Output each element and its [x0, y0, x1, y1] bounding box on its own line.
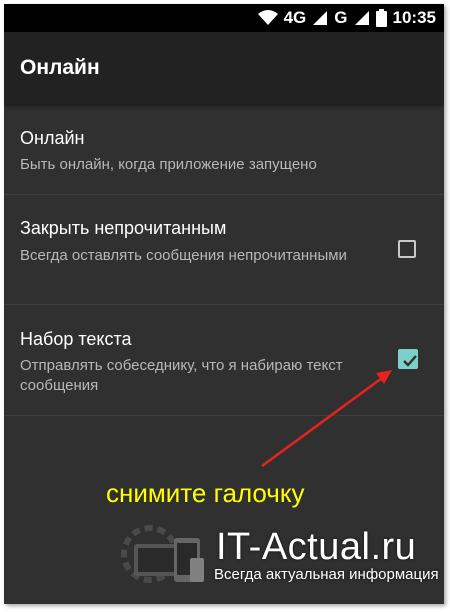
annotation-arrow [261, 370, 392, 468]
watermark-site-name: IT-Actual.ru [216, 526, 417, 568]
devices-logo-icon [121, 525, 204, 583]
watermark: IT-Actual.ru Всегда актуальная информаци… [116, 522, 444, 600]
screenshot-frame: 4G G 10:35 Онлайн Онлайн Быть онлайн, ко… [4, 4, 444, 604]
watermark-tagline: Всегда актуальная информация [214, 566, 439, 583]
annotation-text: снимите галочку [106, 478, 305, 508]
